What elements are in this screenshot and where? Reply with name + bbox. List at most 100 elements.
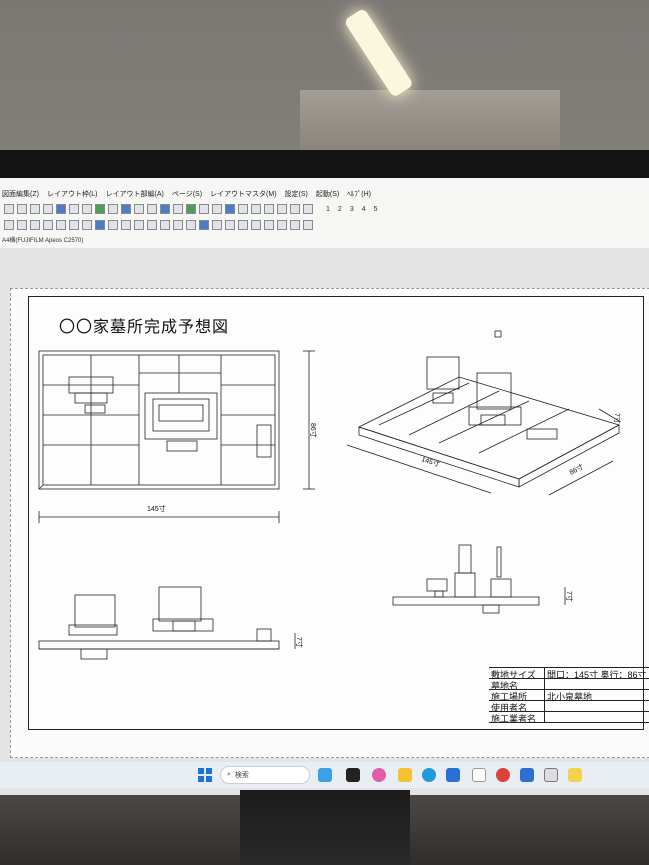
windows-taskbar: ⌕ 検索: [0, 762, 649, 788]
menu-bar: 図面編集(Z) レイアウト枠(L) レイアウト部編(A) ページ(S) レイアウ…: [0, 188, 649, 200]
task-view-icon[interactable]: [346, 768, 360, 782]
tool-button[interactable]: [147, 220, 157, 230]
menu-item[interactable]: 図面編集(Z): [2, 189, 39, 199]
page-tab[interactable]: 4: [362, 206, 366, 213]
tool-button[interactable]: [199, 204, 209, 214]
tool-button[interactable]: [238, 204, 248, 214]
tool-button[interactable]: [43, 220, 53, 230]
tool-button[interactable]: [134, 220, 144, 230]
menu-item[interactable]: ﾍﾙﾌﾟ(H): [347, 189, 371, 199]
document-icon[interactable]: [472, 768, 486, 782]
title-block-key: 使用者名: [489, 701, 545, 711]
tool-button[interactable]: [95, 220, 105, 230]
edge-icon[interactable]: [422, 768, 436, 782]
app-icon[interactable]: [544, 768, 558, 782]
title-block-value: 間口：145寸 奥行：86寸: [547, 670, 647, 678]
monitor: 図面編集(Z) レイアウト枠(L) レイアウト部編(A) ページ(S) レイアウ…: [0, 150, 649, 865]
store-icon[interactable]: [446, 768, 460, 782]
dim-height-side-label: 7寸: [565, 591, 574, 602]
tool-button[interactable]: [82, 220, 92, 230]
tool-button[interactable]: [134, 204, 144, 214]
tool-button[interactable]: [69, 204, 79, 214]
tool-button[interactable]: [108, 220, 118, 230]
app-icon[interactable]: [520, 768, 534, 782]
tool-button[interactable]: [173, 204, 183, 214]
printer-label: A4横(FUJIFILM Apeos C2570): [2, 238, 84, 244]
tool-button[interactable]: [238, 220, 248, 230]
chrome-icon[interactable]: [496, 768, 510, 782]
menu-item[interactable]: 設定(S): [285, 189, 308, 199]
layout-workarea[interactable]: 〇〇家墓所完成予想図 145寸 86寸 145寸 86寸 7寸 7寸 7寸 敷地…: [0, 248, 649, 818]
tool-button[interactable]: [4, 204, 14, 214]
tool-button[interactable]: [56, 204, 66, 214]
tool-button[interactable]: [147, 204, 157, 214]
windows-start-icon[interactable]: [198, 768, 212, 782]
tool-button[interactable]: [121, 220, 131, 230]
tool-button[interactable]: [290, 220, 300, 230]
menu-item[interactable]: ページ(S): [172, 189, 202, 199]
tool-button[interactable]: [186, 220, 196, 230]
menu-item[interactable]: レイアウト部編(A): [106, 189, 164, 199]
search-icon: ⌕: [227, 771, 231, 778]
tool-button[interactable]: [160, 220, 170, 230]
tool-button[interactable]: [30, 220, 40, 230]
tool-button[interactable]: [17, 220, 27, 230]
dim-height-front-label: 7寸: [295, 637, 304, 648]
tool-button[interactable]: [56, 220, 66, 230]
monitor-stand: [240, 790, 410, 865]
page-tab[interactable]: 1: [326, 206, 330, 213]
tool-button[interactable]: [277, 204, 287, 214]
tool-button[interactable]: [303, 220, 313, 230]
dim-width-label: 145寸: [147, 504, 166, 513]
tool-button[interactable]: [251, 204, 261, 214]
tool-button[interactable]: [173, 220, 183, 230]
title-block-row: 敷地サイズ 間口：145寸 奥行：86寸: [489, 668, 649, 679]
tool-button[interactable]: [69, 220, 79, 230]
file-explorer-icon[interactable]: [398, 768, 412, 782]
page-tab[interactable]: 3: [350, 206, 354, 213]
tool-button[interactable]: [17, 204, 27, 214]
tool-button[interactable]: [290, 204, 300, 214]
page-tab[interactable]: 5: [374, 206, 378, 213]
tool-button[interactable]: [121, 204, 131, 214]
menu-item[interactable]: 起動(S): [316, 189, 339, 199]
title-block-value: 北小泉墓地: [547, 692, 593, 700]
front-view: [38, 586, 280, 660]
tool-button[interactable]: [264, 204, 274, 214]
tool-button[interactable]: [43, 204, 53, 214]
tool-button[interactable]: [212, 220, 222, 230]
menu-item[interactable]: レイアウトマスタ(M): [210, 189, 277, 199]
tool-button[interactable]: [186, 204, 196, 214]
title-block-key: 敷地サイズ: [489, 668, 545, 678]
tool-button[interactable]: [30, 204, 40, 214]
drawing-sheet[interactable]: 〇〇家墓所完成予想図 145寸 86寸 145寸 86寸 7寸 7寸 7寸 敷地…: [28, 296, 649, 730]
tool-button[interactable]: [4, 220, 14, 230]
toolbar-top: 1 2 3 4 5: [0, 202, 649, 216]
tool-button[interactable]: [160, 204, 170, 214]
title-block-key: 墓地名: [489, 679, 545, 689]
widgets-icon[interactable]: [318, 768, 332, 782]
tool-button[interactable]: [277, 220, 287, 230]
copilot-icon[interactable]: [372, 768, 386, 782]
title-block-row: 施工場所 北小泉墓地: [489, 690, 649, 701]
title-block-key: 施工業者名: [489, 712, 545, 722]
tool-button[interactable]: [225, 204, 235, 214]
dim-height-iso-label: 7寸: [613, 413, 622, 424]
cad-app-icon[interactable]: [568, 768, 582, 782]
tool-button[interactable]: [225, 220, 235, 230]
taskbar-search-input[interactable]: ⌕ 検索: [220, 766, 310, 784]
tool-button[interactable]: [199, 220, 209, 230]
tool-button[interactable]: [82, 204, 92, 214]
tool-button[interactable]: [264, 220, 274, 230]
title-block: 敷地サイズ 間口：145寸 奥行：86寸 墓地名 施工場所 北小泉墓地 使用者名: [489, 667, 649, 723]
tool-button[interactable]: [108, 204, 118, 214]
title-block-key: 施工場所: [489, 690, 545, 700]
tool-button[interactable]: [251, 220, 261, 230]
tool-button[interactable]: [212, 204, 222, 214]
page-tab[interactable]: 2: [338, 206, 342, 213]
tool-button[interactable]: [95, 204, 105, 214]
toolbar-drawing: [0, 218, 649, 232]
ceiling-light: [332, 0, 455, 98]
tool-button[interactable]: [303, 204, 313, 214]
menu-item[interactable]: レイアウト枠(L): [47, 189, 98, 199]
